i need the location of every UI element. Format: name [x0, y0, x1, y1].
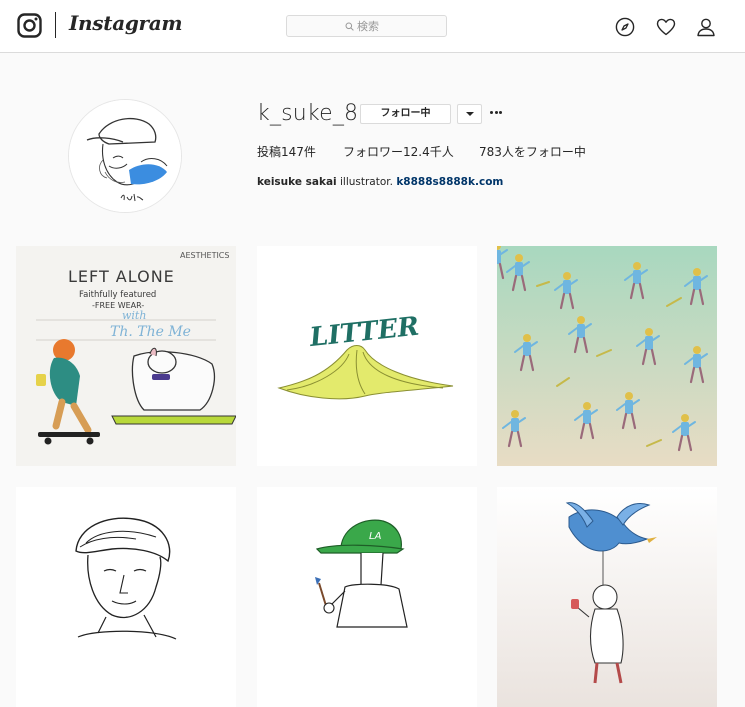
search-icon — [345, 22, 354, 31]
post-1-headline: LEFT ALONE — [68, 267, 175, 286]
post-image — [497, 487, 717, 707]
post-image — [16, 487, 236, 707]
full-name: keisuke sakai — [257, 176, 337, 188]
post-image — [497, 246, 717, 466]
brand-divider — [55, 12, 56, 38]
bio-link[interactable]: k8888s8888k.com — [396, 176, 503, 188]
post-image: LA — [257, 487, 477, 707]
person-icon[interactable] — [695, 16, 717, 38]
bio-text: illustrator. — [339, 176, 393, 188]
following-count[interactable]: 783人をフォロー中 — [479, 143, 586, 160]
post-5-cap-text: LA — [369, 531, 382, 542]
following-button[interactable]: フォロー中 — [360, 104, 451, 124]
post-tile-1[interactable]: AESTHETICS LEFT ALONE Faithfully feature… — [16, 246, 236, 466]
profile-username: k_suke_8 — [257, 101, 359, 126]
post-image: AESTHETICS LEFT ALONE Faithfully feature… — [16, 246, 236, 466]
more-options-icon[interactable] — [490, 111, 502, 116]
chevron-down-icon — [466, 112, 474, 116]
post-tile-5[interactable]: LA — [257, 487, 477, 707]
post-tile-3[interactable] — [497, 246, 717, 466]
search-input[interactable] — [357, 18, 442, 34]
followers-count[interactable]: フォロワー12.4千人 — [343, 143, 454, 160]
top-navigation-bar: Instagram — [0, 0, 745, 53]
explore-icon[interactable] — [614, 16, 636, 38]
heart-icon[interactable] — [655, 16, 677, 38]
post-tile-2[interactable]: LITTER — [257, 246, 477, 466]
post-tile-6[interactable] — [497, 487, 717, 707]
post-1-line1: Faithfully featured — [79, 290, 156, 300]
profile-avatar[interactable] — [68, 99, 182, 213]
profile-bio: keisuke sakai illustrator. k8888s8888k.c… — [257, 176, 503, 188]
post-image: LITTER — [257, 246, 477, 466]
avatar-illustration — [69, 100, 181, 212]
post-1-corner-text: AESTHETICS — [180, 251, 229, 260]
search-box[interactable] — [286, 15, 447, 37]
posts-count: 投稿147件 — [257, 145, 316, 159]
post-tile-4[interactable] — [16, 487, 236, 707]
instagram-wordmark[interactable]: Instagram — [69, 11, 183, 35]
instagram-camera-icon[interactable] — [17, 13, 42, 38]
post-1-script2: Th. The Me — [110, 324, 191, 340]
suggestions-dropdown-button[interactable] — [457, 104, 482, 124]
